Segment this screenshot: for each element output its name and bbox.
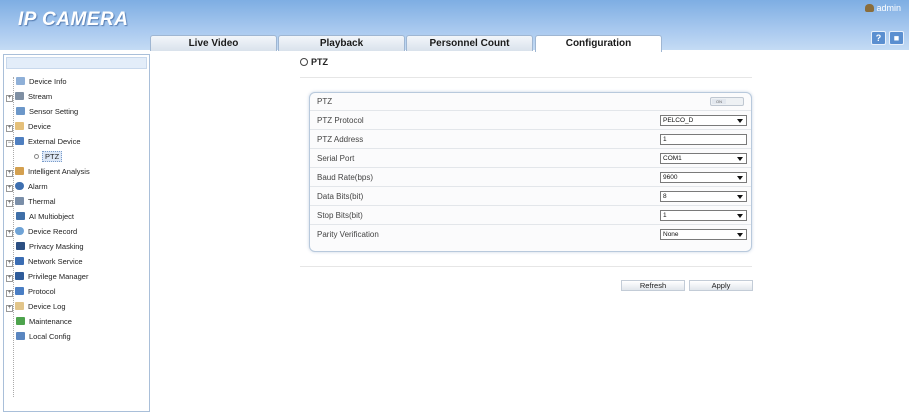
protocol-icon	[15, 287, 24, 295]
device-info-icon	[16, 77, 25, 85]
ptz-toggle[interactable]: ON	[710, 97, 744, 106]
stream-icon	[15, 92, 24, 100]
expand-icon[interactable]: +	[6, 230, 13, 237]
apply-button[interactable]: Apply	[689, 280, 753, 291]
expand-icon[interactable]: +	[6, 305, 13, 312]
bottom-divider	[300, 266, 752, 267]
row-stop-bits: Stop Bits(bit) 1	[310, 207, 751, 225]
row-baud-rate: Baud Rate(bps) 9600	[310, 169, 751, 187]
user-indicator[interactable]: admin	[865, 3, 901, 13]
stop-bits-select[interactable]: 1	[660, 210, 747, 221]
privacy-icon	[16, 242, 25, 250]
privilege-icon	[15, 272, 24, 280]
sidebar-item-external-device[interactable]: − External Device	[6, 136, 81, 148]
dropdown-arrow-icon	[737, 195, 743, 199]
logout-icon[interactable]: ■	[889, 31, 904, 45]
sidebar-item-sensor-setting[interactable]: Sensor Setting	[16, 106, 78, 118]
expand-icon[interactable]: +	[6, 200, 13, 207]
dropdown-arrow-icon	[737, 233, 743, 237]
dropdown-arrow-icon	[737, 157, 743, 161]
sidebar-item-stream[interactable]: + Stream	[6, 91, 52, 103]
ai-icon	[16, 212, 25, 220]
sidebar-item-device[interactable]: + Device	[6, 121, 51, 133]
page-title: PTZ	[300, 57, 328, 67]
sidebar-item-protocol[interactable]: + Protocol	[6, 286, 56, 298]
sidebar-item-maintenance[interactable]: Maintenance	[16, 316, 72, 328]
thermal-icon	[15, 197, 24, 205]
sidebar: Device Info + Stream Sensor Setting + Devi…	[3, 54, 150, 412]
dropdown-arrow-icon	[737, 176, 743, 180]
maintenance-icon	[16, 317, 25, 325]
log-icon	[15, 302, 24, 310]
user-name: admin	[876, 3, 901, 13]
expand-icon[interactable]: +	[6, 260, 13, 267]
toggle-on-label: ON	[712, 99, 726, 104]
row-data-bits: Data Bits(bit) 8	[310, 188, 751, 206]
ptz-icon	[34, 154, 39, 159]
expand-icon[interactable]: +	[6, 95, 13, 102]
sensor-icon	[16, 107, 25, 115]
expand-icon[interactable]: +	[6, 290, 13, 297]
row-parity-verification: Parity Verification None	[310, 226, 751, 244]
data-bits-select[interactable]: 8	[660, 191, 747, 202]
sidebar-item-privilege-manager[interactable]: + Privilege Manager	[6, 271, 88, 283]
analysis-icon	[15, 167, 24, 175]
collapse-icon[interactable]: −	[6, 140, 13, 147]
ptz-title-icon	[300, 58, 308, 66]
parity-select[interactable]: None	[660, 229, 747, 240]
device-icon	[15, 122, 24, 130]
local-config-icon	[16, 332, 25, 340]
ptz-protocol-select[interactable]: PELCO_D	[660, 115, 747, 126]
row-serial-port: Serial Port COM1	[310, 150, 751, 168]
row-ptz: PTZ ON	[310, 93, 751, 111]
ptz-address-input[interactable]: 1	[660, 134, 747, 145]
ptz-settings-panel: PTZ ON PTZ Protocol PELCO_D PTZ Address …	[309, 92, 752, 252]
sidebar-item-alarm[interactable]: + Alarm	[6, 181, 48, 193]
sidebar-item-thermal[interactable]: + Thermal	[6, 196, 56, 208]
sidebar-item-device-info[interactable]: Device Info	[16, 76, 67, 88]
sidebar-item-network-service[interactable]: + Network Service	[6, 256, 83, 268]
sidebar-item-ptz[interactable]: PTZ	[34, 151, 63, 163]
row-ptz-address: PTZ Address 1	[310, 131, 751, 149]
sidebar-item-device-record[interactable]: + Device Record	[6, 226, 77, 238]
title-divider	[300, 77, 752, 78]
tab-configuration[interactable]: Configuration	[535, 35, 662, 52]
row-ptz-protocol: PTZ Protocol PELCO_D	[310, 112, 751, 130]
user-icon	[865, 4, 875, 12]
dropdown-arrow-icon	[737, 119, 743, 123]
expand-icon[interactable]: +	[6, 275, 13, 282]
help-icon[interactable]: ?	[871, 31, 886, 45]
expand-icon[interactable]: +	[6, 185, 13, 192]
baud-rate-select[interactable]: 9600	[660, 172, 747, 183]
record-icon	[15, 227, 24, 235]
sidebar-item-privacy-masking[interactable]: Privacy Masking	[16, 241, 84, 253]
tab-personnel-count[interactable]: Personnel Count	[406, 35, 533, 51]
sidebar-item-ai-multiobject[interactable]: AI Multiobject	[16, 211, 74, 223]
tab-playback[interactable]: Playback	[278, 35, 405, 51]
refresh-button[interactable]: Refresh	[621, 280, 685, 291]
network-icon	[15, 257, 24, 265]
sidebar-item-local-config[interactable]: Local Config	[16, 331, 71, 343]
serial-port-select[interactable]: COM1	[660, 153, 747, 164]
sidebar-item-device-log[interactable]: + Device Log	[6, 301, 66, 313]
tab-live-video[interactable]: Live Video	[150, 35, 277, 51]
dropdown-arrow-icon	[737, 214, 743, 218]
sidebar-item-intelligent-analysis[interactable]: + Intelligent Analysis	[6, 166, 90, 178]
sidebar-header	[6, 57, 147, 69]
alarm-icon	[15, 182, 24, 190]
expand-icon[interactable]: +	[6, 125, 13, 132]
expand-icon[interactable]: +	[6, 170, 13, 177]
external-device-icon	[15, 137, 24, 145]
app-logo: IP CAMERA	[18, 9, 129, 30]
